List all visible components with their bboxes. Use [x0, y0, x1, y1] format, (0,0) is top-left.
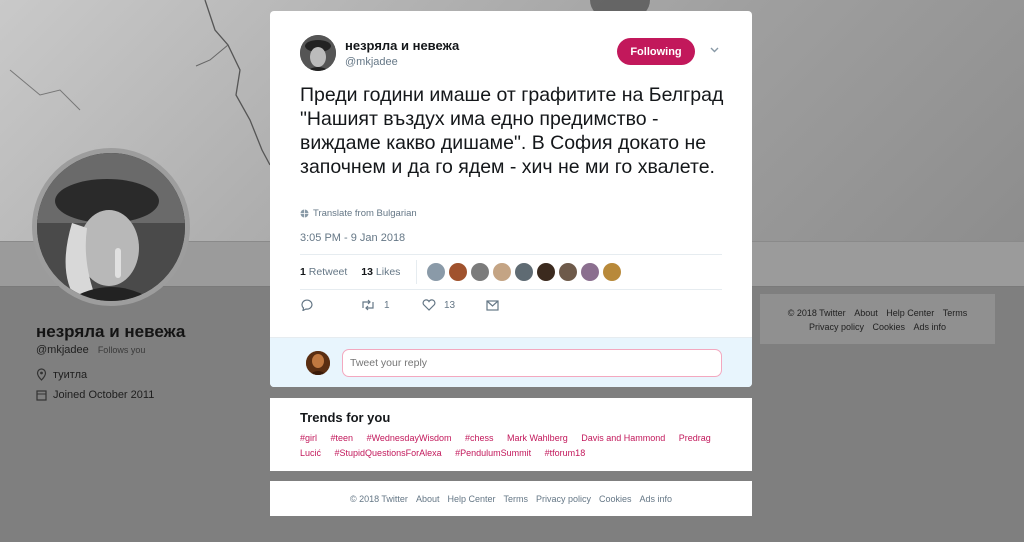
- like-action-count: 13: [444, 299, 456, 311]
- trend-item[interactable]: #PendulumSummit: [455, 448, 531, 458]
- side-footer-terms-link[interactable]: Terms: [943, 308, 968, 318]
- trends-title: Trends for you: [300, 410, 391, 425]
- profile-handle-text: @mkjadee: [36, 344, 89, 356]
- footer-link[interactable]: Cookies: [599, 494, 632, 504]
- liker-avatar[interactable]: [603, 263, 622, 281]
- tweet-modal: незряла и невежа @mkjadee Following Пред…: [270, 11, 752, 387]
- reply-icon[interactable]: [300, 299, 314, 311]
- trend-item[interactable]: #StupidQuestionsForAlexa: [335, 448, 442, 458]
- author-avatar[interactable]: [300, 35, 336, 71]
- tweet-author[interactable]: незряла и невежа @mkjadee: [300, 35, 459, 71]
- retweet-action-count: 1: [384, 299, 390, 311]
- footer-link[interactable]: Privacy policy: [536, 494, 591, 504]
- profile-location-text: туитла: [53, 368, 88, 381]
- profile-joined: Joined October 2011: [36, 389, 154, 401]
- trend-item[interactable]: #girl: [300, 433, 317, 443]
- trend-item[interactable]: Predrag: [679, 433, 711, 443]
- side-footer-ads-link[interactable]: Ads info: [914, 322, 947, 332]
- profile-avatar[interactable]: [32, 148, 190, 306]
- calendar-icon: [36, 390, 47, 401]
- side-footer-cookies-link[interactable]: Cookies: [872, 322, 905, 332]
- trend-item[interactable]: Davis and Hammond: [581, 433, 665, 443]
- retweet-count: 1: [300, 266, 306, 278]
- trend-item[interactable]: #teen: [331, 433, 354, 443]
- globe-icon: [300, 209, 309, 218]
- likes-label: Likes: [375, 266, 401, 278]
- footer-link[interactable]: Terms: [504, 494, 529, 504]
- footer-copyright: © 2018 Twitter: [349, 493, 408, 504]
- profile-joined-text: Joined October 2011: [53, 389, 155, 401]
- side-footer-line-1: © 2018 Twitter About Help Center Terms: [770, 306, 985, 320]
- trend-list: #girl #teen #WednesdayWisdom #chess Mark…: [300, 431, 722, 461]
- stats-divider: [416, 260, 418, 284]
- footer-link[interactable]: Ads info: [640, 494, 673, 504]
- liker-avatars: [427, 263, 622, 281]
- liker-avatar[interactable]: [515, 263, 534, 281]
- side-footer-copyright: © 2018 Twitter: [787, 308, 846, 318]
- translate-link[interactable]: Translate from Bulgarian: [300, 208, 417, 219]
- profile-handle: @mkjadee Follows you: [36, 344, 145, 356]
- current-user-avatar: [306, 351, 330, 375]
- liker-avatar[interactable]: [493, 263, 512, 281]
- profile-location: туитла: [36, 368, 87, 381]
- retweet-action[interactable]: 1: [360, 299, 422, 311]
- envelope-icon[interactable]: [486, 299, 499, 311]
- trend-item[interactable]: #WednesdayWisdom: [367, 433, 452, 443]
- footer-link[interactable]: About: [416, 494, 440, 504]
- liker-avatar[interactable]: [581, 263, 600, 281]
- liker-avatar[interactable]: [449, 263, 468, 281]
- trend-item[interactable]: #tforum18: [545, 448, 586, 458]
- reply-input[interactable]: [342, 349, 722, 377]
- trend-item[interactable]: #chess: [465, 433, 494, 443]
- reply-box: [270, 337, 752, 387]
- follows-you-badge: Follows you: [97, 345, 146, 355]
- translate-label[interactable]: Translate from Bulgarian: [313, 208, 417, 219]
- tweet-timestamp[interactable]: 3:05 PM - 9 Jan 2018: [300, 232, 405, 244]
- tweet-stats: 1 Retweet 13 Likes: [300, 254, 722, 290]
- side-footer: © 2018 Twitter About Help Center Terms P…: [760, 294, 995, 344]
- like-action[interactable]: 13: [422, 299, 486, 311]
- tweet-text: Преди години имаше от графитите на Белгр…: [300, 84, 724, 178]
- side-footer-about-link[interactable]: About: [854, 308, 878, 318]
- retweet-stat[interactable]: 1 Retweet: [300, 266, 347, 278]
- reply-action[interactable]: [300, 299, 360, 311]
- location-icon: [36, 368, 47, 381]
- author-names: незряла и невежа @mkjadee: [345, 38, 459, 68]
- side-footer-help-link[interactable]: Help Center: [886, 308, 934, 318]
- heart-icon[interactable]: [422, 299, 436, 311]
- chevron-down-icon[interactable]: [710, 45, 719, 54]
- likes-stat[interactable]: 13 Likes: [361, 266, 400, 278]
- message-action[interactable]: [486, 299, 499, 311]
- retweet-label: Retweet: [308, 266, 348, 278]
- modal-footer: © 2018 Twitter About Help Center Terms Priva…: [270, 481, 752, 516]
- author-name[interactable]: незряла и невежа: [345, 38, 459, 53]
- liker-avatar[interactable]: [471, 263, 490, 281]
- tweet-actions: 1 13: [300, 299, 499, 311]
- like-count: 13: [361, 266, 373, 278]
- trend-item[interactable]: Mark Wahlberg: [507, 433, 568, 443]
- author-handle[interactable]: @mkjadee: [345, 56, 459, 68]
- retweet-icon[interactable]: [360, 299, 376, 311]
- liker-avatar[interactable]: [427, 263, 446, 281]
- trends-panel: Trends for you #girl #teen #WednesdayWis…: [270, 398, 752, 471]
- side-footer-line-2: Privacy policy Cookies Ads info: [770, 320, 985, 334]
- side-footer-privacy-link[interactable]: Privacy policy: [809, 322, 864, 332]
- following-button[interactable]: Following: [617, 38, 695, 65]
- liker-avatar[interactable]: [537, 263, 556, 281]
- trend-item[interactable]: Lucić: [300, 448, 321, 458]
- profile-name[interactable]: незряла и невежа: [36, 322, 185, 342]
- footer-link[interactable]: Help Center: [447, 494, 495, 504]
- liker-avatar[interactable]: [559, 263, 578, 281]
